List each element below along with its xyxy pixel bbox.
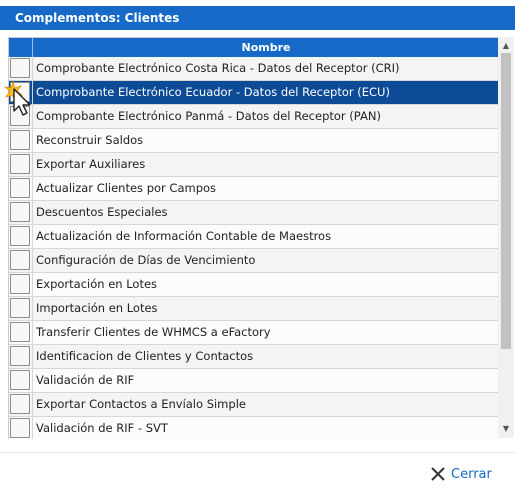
row-label: Exportar Contactos a Envíalo Simple — [36, 397, 246, 411]
row-checkbox-cell[interactable] — [9, 153, 33, 176]
row-label: Validación de RIF - SVT — [36, 421, 168, 435]
row-checkbox-cell[interactable] — [9, 225, 33, 248]
row-checkbox[interactable] — [10, 154, 30, 174]
header-name-column[interactable]: Nombre — [33, 38, 499, 57]
row-checkbox[interactable] — [10, 418, 30, 438]
table-row[interactable]: Validación de RIF — [9, 369, 499, 393]
table-row[interactable]: Validación de RIF - SVT — [9, 417, 499, 439]
grid-header: Nombre — [9, 38, 499, 57]
row-checkbox-cell[interactable] — [9, 273, 33, 296]
dialog-title: Complementos: Clientes — [0, 6, 515, 30]
row-label: Comprobante Electrónico Panmá - Datos de… — [36, 109, 381, 123]
table-row[interactable]: Exportar Contactos a Envíalo Simple — [9, 393, 499, 417]
table-row[interactable]: Comprobante Electrónico Panmá - Datos de… — [9, 105, 499, 129]
complements-grid: Nombre Comprobante Electrónico Costa Ric… — [8, 37, 499, 439]
row-checkbox[interactable] — [10, 82, 30, 102]
table-row[interactable]: Descuentos Especiales — [9, 201, 499, 225]
row-checkbox-cell[interactable] — [9, 369, 33, 392]
table-row[interactable]: Actualizar Clientes por Campos — [9, 177, 499, 201]
row-checkbox[interactable] — [10, 322, 30, 342]
row-label: Exportación en Lotes — [36, 277, 158, 291]
row-checkbox[interactable] — [10, 178, 30, 198]
row-checkbox[interactable] — [10, 370, 30, 390]
row-checkbox[interactable] — [10, 346, 30, 366]
table-row[interactable]: Configuración de Días de Vencimiento — [9, 249, 499, 273]
table-row[interactable]: Exportar Auxiliares — [9, 153, 499, 177]
row-label: Transferir Clientes de WHMCS a eFactory — [36, 325, 271, 339]
row-label: Reconstruir Saldos — [36, 133, 144, 147]
row-label: Comprobante Electrónico Ecuador - Datos … — [36, 85, 390, 99]
grid-rows: Comprobante Electrónico Costa Rica - Dat… — [9, 57, 499, 439]
row-checkbox-cell[interactable] — [9, 321, 33, 344]
footer-divider — [0, 452, 515, 453]
row-checkbox-cell[interactable] — [9, 57, 33, 80]
row-checkbox-cell[interactable] — [9, 81, 33, 104]
scroll-up-arrow-icon[interactable]: ▲ — [498, 39, 514, 53]
close-button[interactable]: Cerrar — [430, 463, 492, 485]
table-row[interactable]: Reconstruir Saldos — [9, 129, 499, 153]
table-row[interactable]: Identificacion de Clientes y Contactos — [9, 345, 499, 369]
row-checkbox-cell[interactable] — [9, 297, 33, 320]
row-label: Actualizar Clientes por Campos — [36, 181, 217, 195]
row-checkbox[interactable] — [10, 58, 30, 78]
row-checkbox[interactable] — [10, 274, 30, 294]
row-checkbox-cell[interactable] — [9, 129, 33, 152]
row-label: Comprobante Electrónico Costa Rica - Dat… — [36, 61, 400, 75]
row-label: Actualización de Información Contable de… — [36, 229, 332, 243]
row-label: Descuentos Especiales — [36, 205, 168, 219]
row-checkbox[interactable] — [10, 106, 30, 126]
row-checkbox-cell[interactable] — [9, 345, 33, 368]
table-row[interactable]: Comprobante Electrónico Costa Rica - Dat… — [9, 57, 499, 81]
row-label: Importación en Lotes — [36, 301, 158, 315]
row-checkbox-cell[interactable] — [9, 177, 33, 200]
table-row[interactable]: Actualización de Información Contable de… — [9, 225, 499, 249]
row-checkbox[interactable] — [10, 226, 30, 246]
scroll-down-arrow-icon[interactable]: ▼ — [498, 422, 514, 436]
row-checkbox[interactable] — [10, 130, 30, 150]
row-checkbox-cell[interactable] — [9, 201, 33, 224]
table-row[interactable]: Exportación en Lotes — [9, 273, 499, 297]
close-x-icon — [431, 467, 445, 481]
row-label: Validación de RIF — [36, 373, 135, 387]
table-row[interactable]: Comprobante Electrónico Ecuador - Datos … — [9, 81, 499, 105]
row-checkbox-cell[interactable] — [9, 393, 33, 416]
scrollbar-thumb[interactable] — [501, 53, 511, 349]
row-checkbox-cell[interactable] — [9, 105, 33, 128]
table-row[interactable]: Importación en Lotes — [9, 297, 499, 321]
row-checkbox[interactable] — [10, 202, 30, 222]
row-label: Identificacion de Clientes y Contactos — [36, 349, 254, 363]
header-check-column — [9, 38, 33, 57]
row-label: Configuración de Días de Vencimiento — [36, 253, 256, 267]
close-button-label: Cerrar — [451, 466, 492, 482]
row-checkbox[interactable] — [10, 250, 30, 270]
table-row[interactable]: Transferir Clientes de WHMCS a eFactory — [9, 321, 499, 345]
row-label: Exportar Auxiliares — [36, 157, 146, 171]
vertical-scrollbar[interactable]: ▲ ▼ — [498, 37, 514, 438]
row-checkbox[interactable] — [10, 394, 30, 414]
row-checkbox[interactable] — [10, 298, 30, 318]
row-checkbox-cell[interactable] — [9, 249, 33, 272]
row-checkbox-cell[interactable] — [9, 417, 33, 439]
